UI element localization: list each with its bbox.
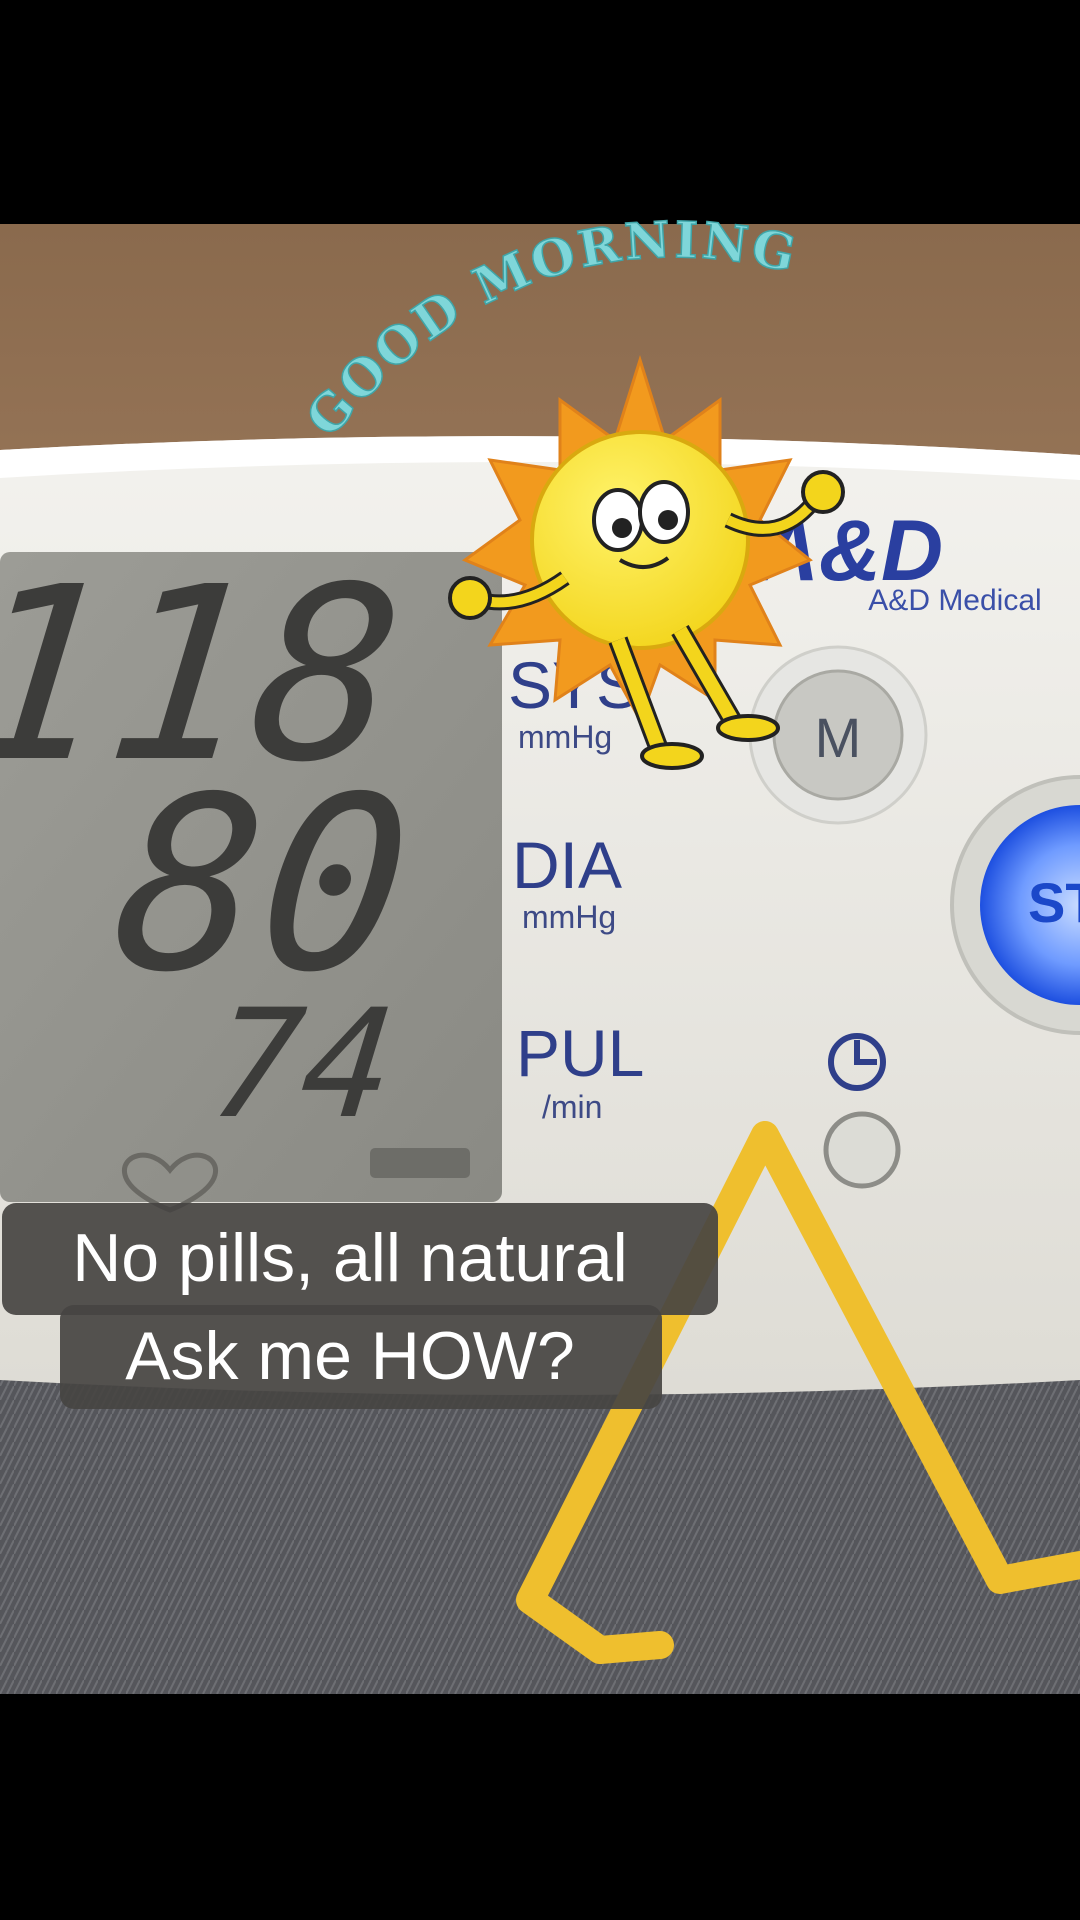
- memory-button[interactable]: M: [748, 645, 928, 825]
- pul-label: PUL: [516, 1016, 644, 1090]
- dia-unit: mmHg: [522, 899, 616, 935]
- caption-box-2: [60, 1305, 662, 1409]
- start-button-label: ST: [1028, 871, 1080, 934]
- sys-unit: mmHg: [518, 719, 612, 755]
- scene: 118 80 74 SYS mmHg DIA mmHg PUL /min A&D…: [0, 209, 1080, 1694]
- brand-subtitle: A&D Medical: [868, 584, 1041, 617]
- timer-button[interactable]: [823, 1111, 901, 1189]
- pul-unit: /min: [542, 1089, 602, 1125]
- dia-label: DIA: [512, 828, 622, 902]
- memory-button-label: M: [815, 706, 862, 769]
- battery-icon: [370, 1148, 470, 1178]
- caption-box-1: [2, 1203, 718, 1315]
- pul-reading: 74: [203, 977, 402, 1152]
